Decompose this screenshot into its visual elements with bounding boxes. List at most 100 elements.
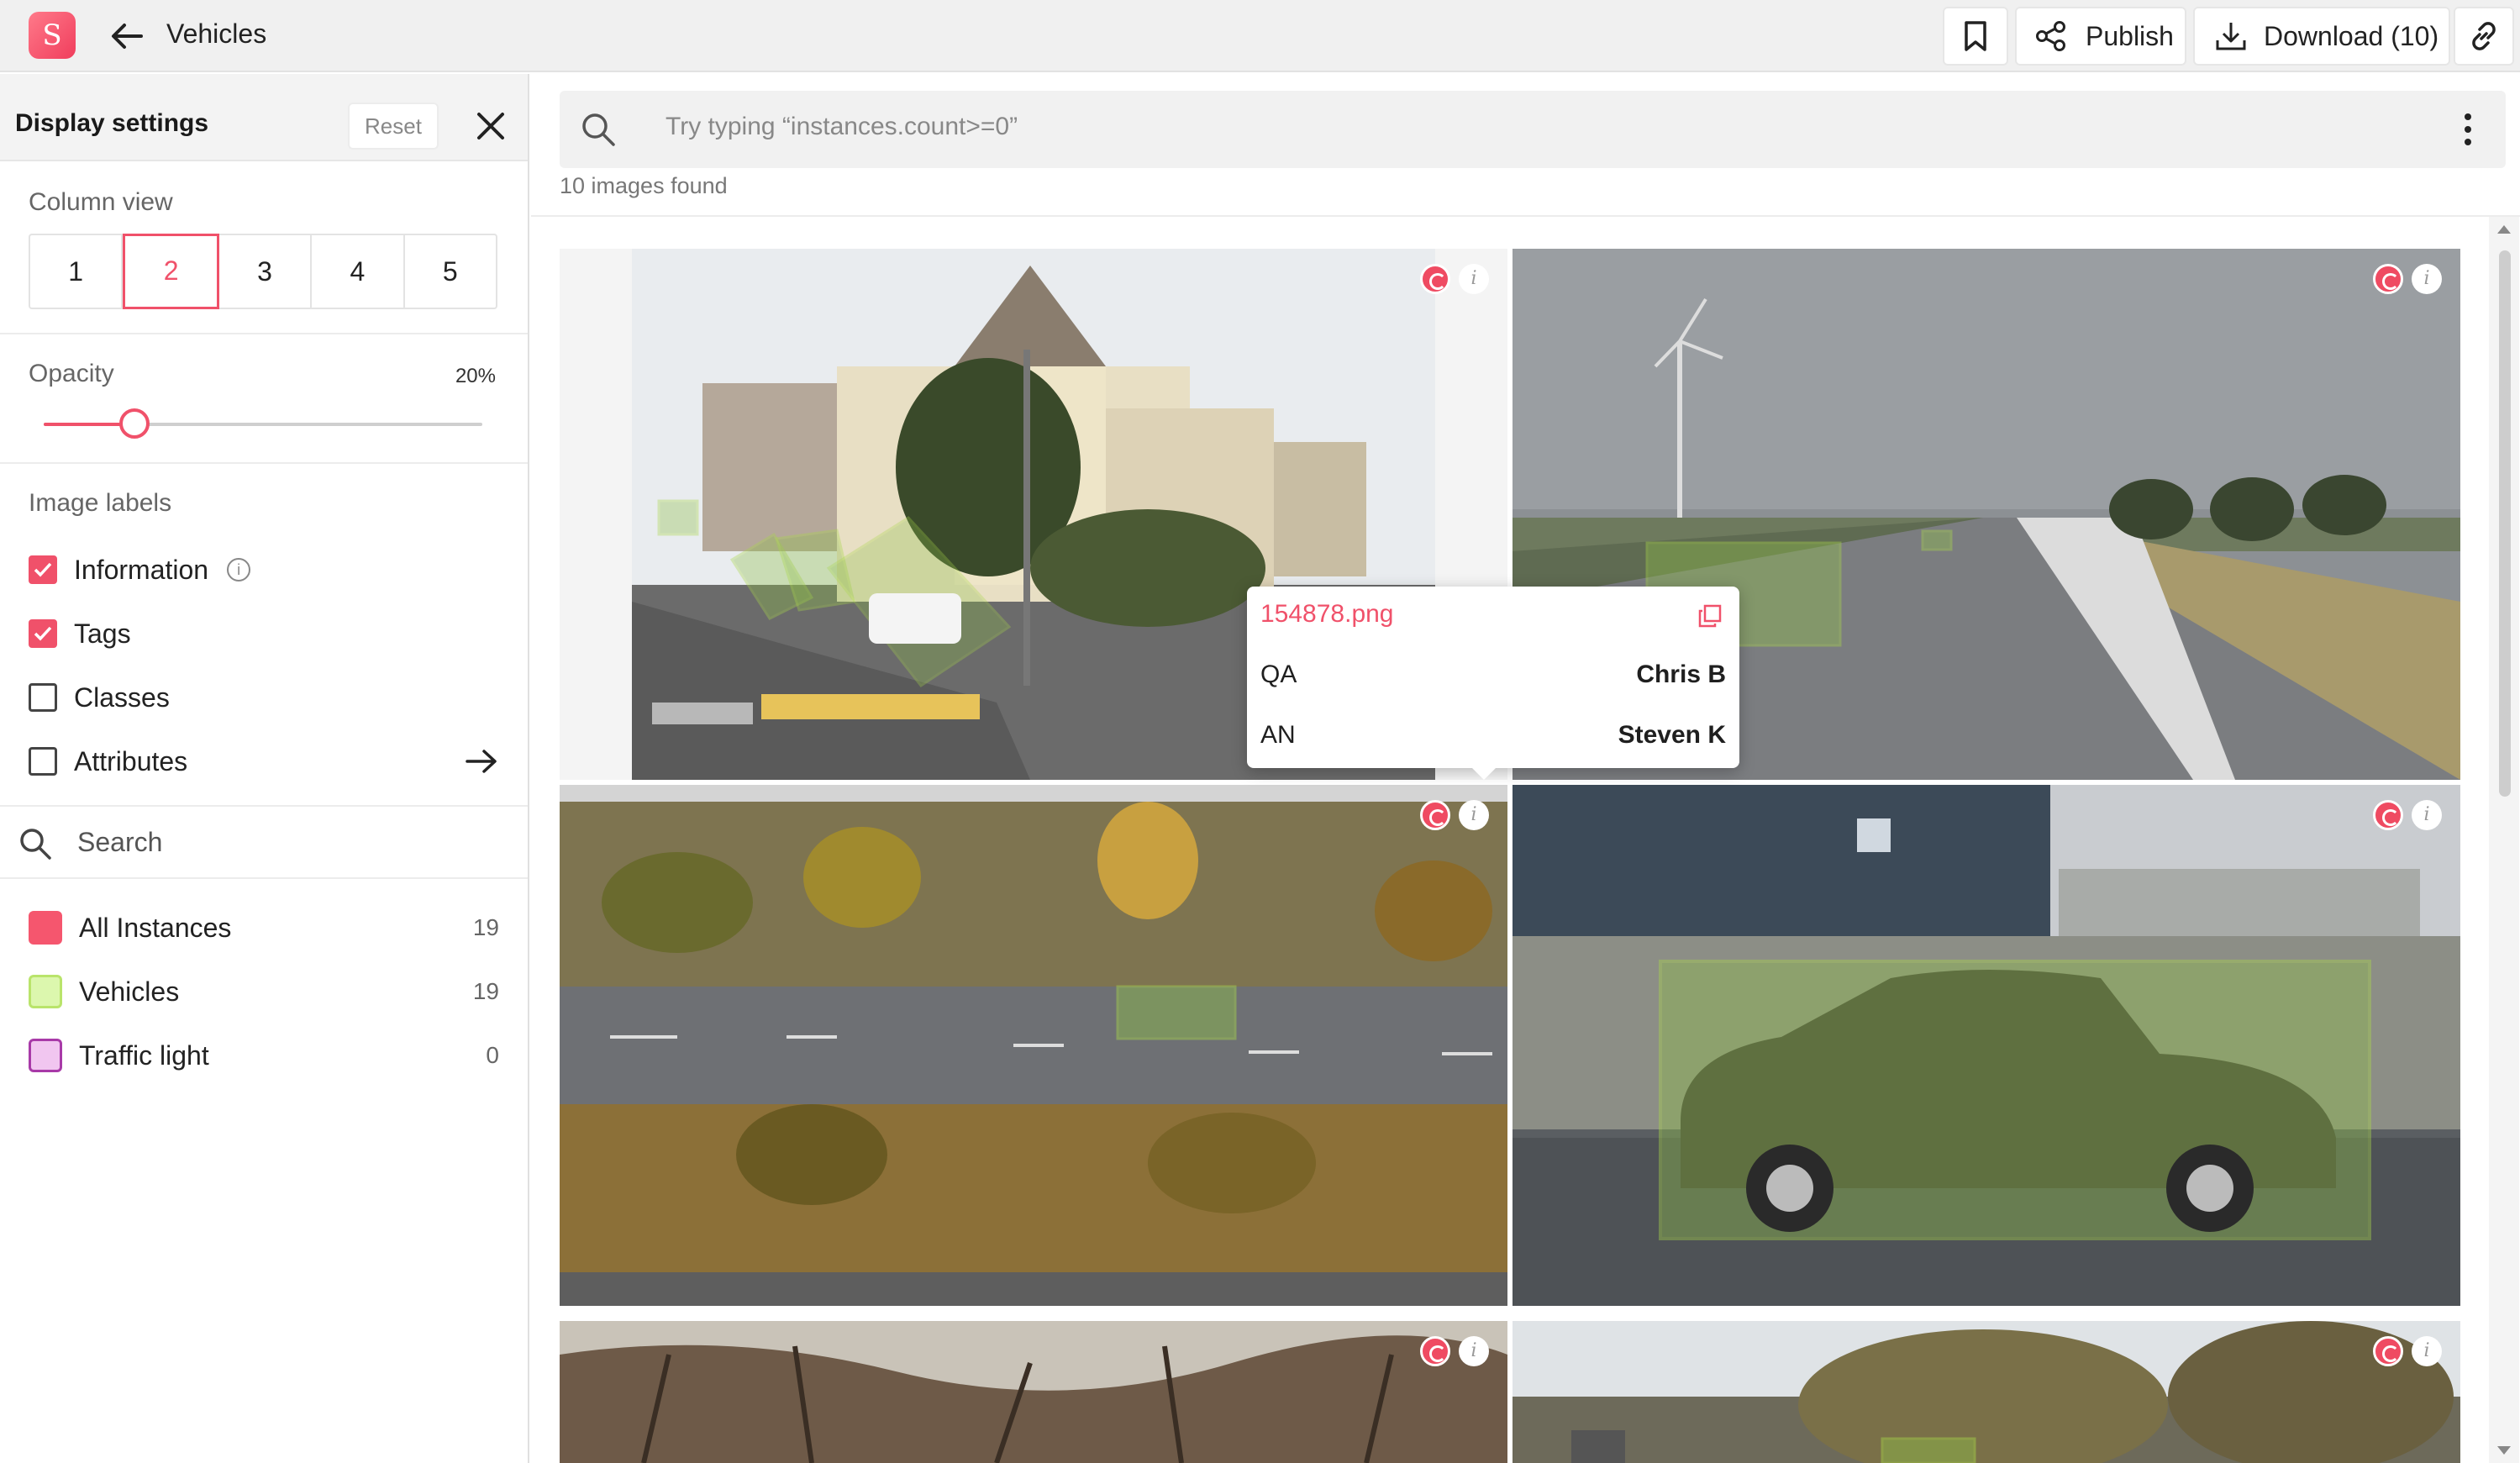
search-icon (582, 113, 615, 146)
download-button[interactable]: Download (10) (2193, 7, 2450, 66)
copy-link-button[interactable] (2454, 7, 2514, 66)
gallery-area: Try typing “instances.count>=0” 10 image… (531, 74, 2520, 1463)
image-filename[interactable]: 154878.png (1260, 600, 1394, 629)
class-label: All Instances (79, 912, 232, 943)
tags-checkbox-row[interactable]: Tags (29, 617, 131, 650)
app-logo[interactable]: S (29, 12, 76, 59)
attributes-checkbox[interactable] (29, 747, 57, 776)
publish-button[interactable]: Publish (2015, 7, 2186, 66)
classes-checkbox[interactable] (29, 683, 57, 712)
display-settings-header: Display settings Reset (0, 74, 528, 161)
column-option-4[interactable]: 4 (312, 235, 405, 308)
information-checkbox[interactable] (29, 555, 57, 584)
class-row-vehicles[interactable]: Vehicles 19 (29, 973, 499, 1010)
close-icon[interactable] (472, 108, 509, 145)
sync-status-icon[interactable] (1420, 264, 1450, 294)
scroll-up-arrow-icon[interactable] (2497, 225, 2511, 234)
query-search-bar[interactable]: Try typing “instances.count>=0” (560, 91, 2506, 168)
class-color-swatch (29, 1039, 62, 1072)
sync-status-icon[interactable] (1420, 1336, 1450, 1366)
class-search[interactable]: Search (0, 805, 528, 879)
display-settings-panel: Display settings Reset Column view 1 2 3… (0, 74, 529, 1463)
query-search-placeholder: Try typing “instances.count>=0” (666, 113, 1018, 140)
column-view-label: Column view (29, 188, 173, 216)
column-option-1[interactable]: 1 (30, 235, 124, 308)
sync-status-icon[interactable] (1420, 800, 1450, 830)
share-icon (2036, 21, 2065, 51)
copy-icon[interactable] (1697, 603, 1723, 629)
class-label: Traffic light (79, 1039, 209, 1071)
image-labels-label: Image labels (29, 489, 172, 517)
an-value: Steven K (1618, 721, 1726, 749)
more-options-icon[interactable] (2464, 113, 2472, 146)
sync-status-icon[interactable] (2373, 800, 2403, 830)
class-color-swatch (29, 911, 62, 945)
link-icon (2472, 22, 2496, 50)
bookmark-button[interactable] (1943, 7, 2008, 66)
info-icon[interactable]: i (2412, 800, 2442, 830)
sync-status-icon[interactable] (2373, 1336, 2403, 1366)
class-search-placeholder: Search (77, 827, 163, 857)
an-row: AN Steven K (1260, 721, 1726, 750)
attributes-checkbox-row[interactable]: Attributes (29, 745, 499, 778)
qa-row: QA Chris B (1260, 660, 1726, 689)
image-card[interactable]: i (1513, 1321, 2460, 1463)
column-option-2[interactable]: 2 (123, 234, 219, 309)
image-thumbnail (560, 785, 1507, 1306)
an-key: AN (1260, 721, 1296, 749)
classes-label: Classes (74, 682, 170, 713)
search-icon (20, 829, 51, 860)
check-icon (34, 626, 52, 641)
scroll-down-arrow-icon[interactable] (2497, 1446, 2511, 1455)
results-count: 10 images found (560, 173, 728, 198)
image-card[interactable]: i (560, 785, 1507, 1306)
opacity-value: 20% (455, 365, 496, 387)
top-bar: S Vehicles Publish Download (10) (0, 0, 2520, 72)
info-icon[interactable]: i (227, 558, 251, 582)
image-card[interactable]: i (1513, 785, 2460, 1306)
class-count: 0 (486, 1042, 499, 1068)
information-checkbox-row[interactable]: Information i (29, 553, 251, 587)
info-icon[interactable]: i (2412, 264, 2442, 294)
arrow-right-icon[interactable] (464, 746, 499, 776)
info-icon[interactable]: i (1459, 800, 1489, 830)
classes-checkbox-row[interactable]: Classes (29, 681, 170, 714)
info-icon[interactable]: i (1459, 264, 1489, 294)
info-icon[interactable]: i (2412, 1336, 2442, 1366)
opacity-slider-handle[interactable] (119, 408, 150, 439)
information-label: Information (74, 554, 209, 585)
display-settings-title: Display settings (15, 109, 209, 137)
qa-value: Chris B (1636, 660, 1726, 688)
divider (0, 333, 528, 334)
class-count: 19 (472, 978, 499, 1004)
tags-checkbox[interactable] (29, 619, 57, 648)
column-view-selector: 1 2 3 4 5 (29, 234, 497, 309)
divider (0, 462, 528, 464)
attributes-label: Attributes (74, 745, 188, 776)
image-thumbnail (1513, 785, 2460, 1306)
image-card[interactable]: i (560, 1321, 1507, 1463)
class-row-all-instances[interactable]: All Instances 19 (29, 909, 499, 946)
image-info-popover: 154878.png QA Chris B AN Steven K (1247, 587, 1739, 780)
column-option-3[interactable]: 3 (219, 235, 313, 308)
class-color-swatch (29, 975, 62, 1008)
reset-button[interactable]: Reset (348, 103, 439, 150)
image-thumbnail (1513, 1321, 2460, 1463)
column-option-5[interactable]: 5 (405, 235, 496, 308)
class-label: Vehicles (79, 976, 180, 1007)
info-icon[interactable]: i (1459, 1336, 1489, 1366)
project-title: Vehicles (166, 18, 267, 49)
tags-label: Tags (74, 618, 131, 649)
class-row-traffic-light[interactable]: Traffic light 0 (29, 1037, 499, 1074)
check-icon (34, 562, 52, 577)
bookmark-icon (1965, 21, 1986, 51)
download-icon (2216, 23, 2246, 50)
back-arrow-icon[interactable] (108, 17, 146, 55)
divider (531, 215, 2520, 217)
sync-status-icon[interactable] (2373, 264, 2403, 294)
opacity-label: Opacity (29, 360, 114, 387)
scrollbar-thumb[interactable] (2499, 250, 2511, 797)
download-label: Download (10) (2264, 20, 2439, 51)
gallery-scrollbar[interactable] (2489, 217, 2519, 1463)
qa-key: QA (1260, 660, 1297, 688)
